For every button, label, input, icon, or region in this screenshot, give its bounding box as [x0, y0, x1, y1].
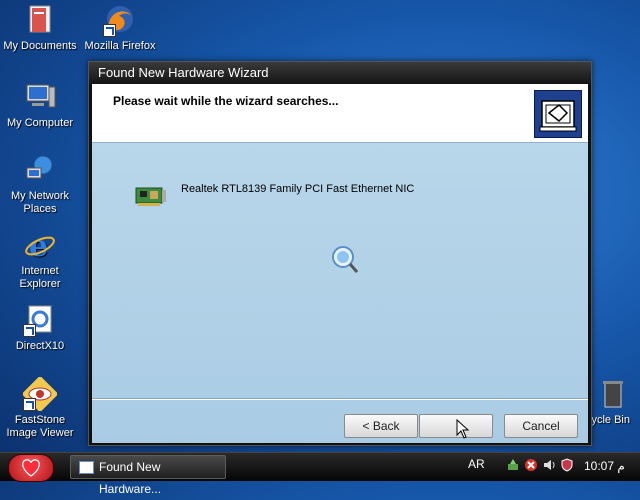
- network-card-icon: [135, 186, 167, 208]
- directx-icon: [23, 303, 57, 337]
- wizard-header-title: Please wait while the wizard searches...: [113, 94, 339, 108]
- desktop-icon-label: My Documents: [3, 40, 77, 52]
- documents-folder-icon: [23, 3, 57, 37]
- heart-icon: [22, 459, 40, 477]
- volume-icon[interactable]: [542, 458, 556, 472]
- svg-text:e: e: [29, 229, 48, 262]
- taskbar: Found New Hardware... AR 10:07 م: [0, 452, 640, 496]
- desktop-icon-internet-explorer[interactable]: e Internet Explorer: [0, 228, 82, 291]
- language-indicator[interactable]: AR: [468, 457, 485, 471]
- start-button[interactable]: [8, 454, 54, 482]
- desktop-icon-my-computer[interactable]: My Computer: [0, 80, 82, 130]
- desktop-icon-network-places[interactable]: My Network Places: [0, 153, 82, 216]
- safely-remove-hardware-icon[interactable]: [506, 458, 520, 472]
- recycle-bin-icon: [596, 377, 630, 411]
- shortcut-arrow-icon: [23, 398, 36, 411]
- desktop-icon-label: DirectX10: [15, 340, 65, 352]
- window-title: Found New Hardware Wizard: [98, 65, 269, 80]
- desktop-icon-faststone[interactable]: FastStone Image Viewer: [0, 375, 82, 440]
- device-name: Realtek RTL8139 Family PCI Fast Ethernet…: [181, 183, 415, 195]
- internet-explorer-icon: e: [23, 228, 57, 264]
- desktop-icon-label: My Computer: [6, 117, 74, 129]
- network-error-icon[interactable]: [524, 458, 538, 472]
- network-globe-icon: [23, 153, 57, 187]
- computer-icon: [23, 80, 57, 114]
- desktop-icon-label: Explorer: [19, 278, 61, 290]
- hardware-wizard-icon: [534, 90, 582, 138]
- desktop-icon-label: My Network: [10, 190, 70, 202]
- desktop-icon-label: Places: [23, 203, 57, 215]
- faststone-eye-icon: [21, 375, 59, 413]
- window-titlebar[interactable]: Found New Hardware Wizard: [89, 62, 591, 84]
- desktop-icon-my-documents[interactable]: My Documents: [0, 3, 82, 53]
- desktop-icon-firefox[interactable]: Mozilla Firefox: [78, 3, 162, 53]
- window-icon: [79, 461, 94, 474]
- desktop-icon-directx10[interactable]: DirectX10: [0, 303, 82, 353]
- shortcut-arrow-icon: [103, 24, 116, 37]
- wizard-header: Please wait while the wizard searches...: [92, 84, 588, 142]
- shortcut-arrow-icon: [23, 324, 36, 337]
- desktop-icon-label: Mozilla Firefox: [84, 40, 156, 52]
- firefox-icon: [103, 3, 137, 37]
- desktop-icon-label: Image Viewer: [6, 427, 74, 439]
- desktop-icon-label: FastStone: [14, 414, 66, 426]
- cancel-button[interactable]: Cancel: [504, 414, 578, 438]
- found-new-hardware-wizard-window[interactable]: Found New Hardware Wizard Please wait wh…: [88, 61, 592, 446]
- taskbar-item-found-new-hardware[interactable]: Found New Hardware...: [70, 455, 226, 496]
- desktop-icon-label: Internet: [21, 265, 59, 277]
- taskbar-item-label: Found New Hardware...: [99, 460, 162, 496]
- back-button[interactable]: < Back: [344, 414, 418, 438]
- clock[interactable]: 10:07 م: [584, 459, 625, 473]
- mouse-cursor-icon: [456, 419, 470, 439]
- searching-magnifier-icon: [330, 243, 360, 275]
- security-shield-icon[interactable]: [560, 458, 574, 472]
- wizard-divider: [92, 398, 588, 400]
- wizard-body: Realtek RTL8139 Family PCI Fast Ethernet…: [92, 142, 588, 443]
